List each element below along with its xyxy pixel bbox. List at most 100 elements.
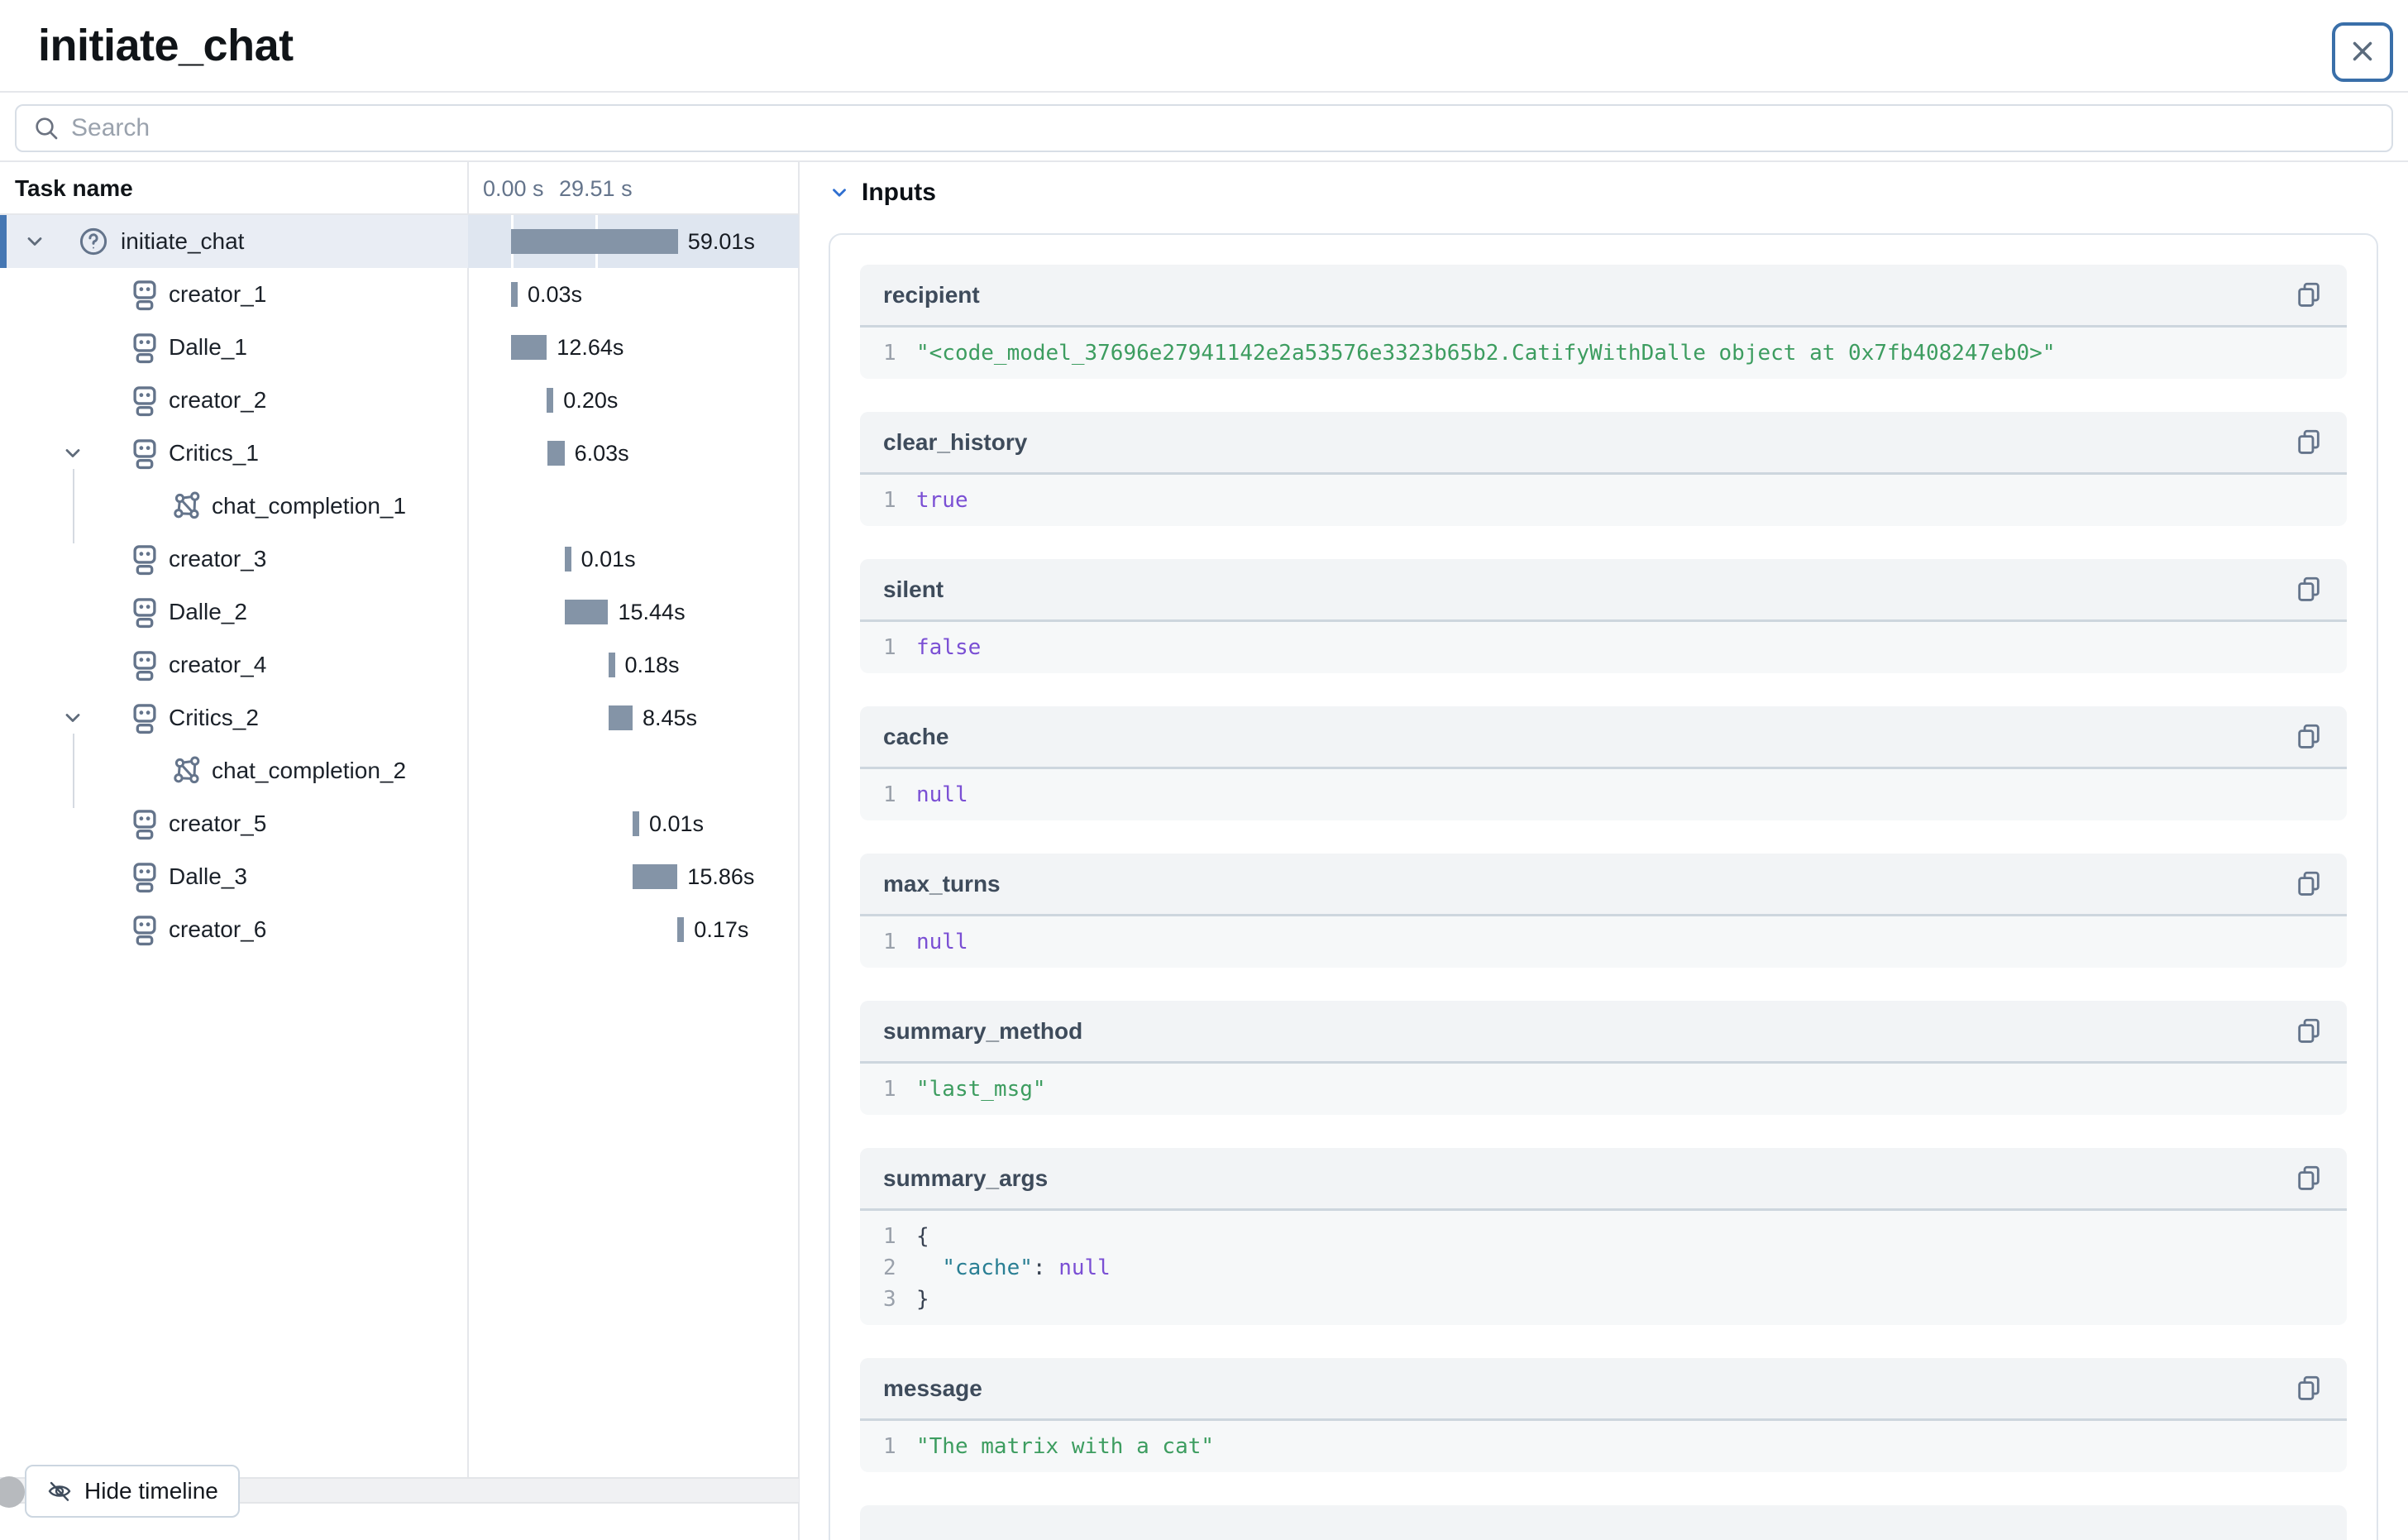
task-row[interactable]: creator_30.01s	[0, 533, 799, 586]
timeline-bar[interactable]	[511, 335, 547, 360]
task-timeline-cell: 0.03s	[468, 268, 799, 321]
task-row[interactable]: creator_60.17s	[0, 903, 799, 956]
code-line: 1"<code_model_37696e27941142e2a53576e332…	[883, 337, 2324, 369]
code-token: "last_msg"	[916, 1074, 1046, 1105]
copy-icon	[2295, 1035, 2323, 1047]
code-line: 1"The matrix with a cat"	[883, 1431, 2324, 1462]
code-token: "The matrix with a cat"	[916, 1431, 1214, 1462]
timeline-bar[interactable]	[565, 547, 571, 572]
hide-timeline-button[interactable]: Hide timeline	[25, 1465, 240, 1518]
task-tree: initiate_chat 59.01screator_10.03sDalle_1…	[0, 215, 799, 956]
timeline-bar[interactable]	[609, 705, 633, 730]
chevron-down-icon[interactable]	[61, 706, 84, 729]
input-field-header: max_turns	[860, 854, 2347, 916]
line-number: 1	[883, 779, 896, 811]
title-bar: initiate_chat	[0, 0, 2408, 93]
task-timeline-cell: 59.01s	[468, 215, 799, 268]
copy-button[interactable]	[2294, 1016, 2324, 1046]
task-row[interactable]: Dalle_215.44s	[0, 586, 799, 638]
timeline-bar[interactable]	[547, 441, 565, 466]
question-circle-icon	[78, 225, 109, 258]
robot-icon	[129, 648, 160, 682]
input-field-name: max_turns	[883, 871, 1001, 897]
input-field: recipient 1"<code_model_37696e27941142e2a…	[860, 265, 2347, 379]
copy-icon	[2295, 1182, 2323, 1194]
robot-icon	[129, 278, 160, 311]
timeline-bar[interactable]	[677, 917, 684, 942]
search-box[interactable]	[15, 104, 2393, 152]
task-row[interactable]: creator_50.01s	[0, 797, 799, 850]
network-icon	[172, 754, 203, 787]
line-number: 1	[883, 632, 896, 663]
task-row[interactable]: Critics_16.03s	[0, 427, 799, 480]
task-row[interactable]: Critics_2 8.45s	[0, 691, 799, 744]
close-button[interactable]	[2332, 22, 2393, 82]
input-field-value: 1false	[860, 622, 2347, 673]
task-timeline-cell: 0.20s	[468, 374, 799, 427]
timeline-bar[interactable]	[547, 388, 553, 413]
chevron-down-icon[interactable]	[61, 442, 84, 465]
copy-button[interactable]	[2294, 1374, 2324, 1404]
code-token: }	[916, 1284, 929, 1315]
copy-button[interactable]	[2294, 1164, 2324, 1193]
timeline-bar[interactable]	[511, 229, 678, 254]
task-row[interactable]: creator_10.03s	[0, 268, 799, 321]
tree-header: Task name 0.00 s 29.51 s	[0, 162, 799, 215]
copy-button[interactable]	[2294, 280, 2324, 310]
timeline-axis-start: 0.00 s	[483, 162, 544, 215]
duration-label: 8.45s	[643, 691, 697, 744]
input-field: summary_method1"last_msg"	[860, 1001, 2347, 1115]
input-field-header: recipient	[860, 265, 2347, 328]
task-row[interactable]: Dalle_112.64s	[0, 321, 799, 374]
timeline-bar[interactable]	[633, 864, 677, 889]
robot-icon	[129, 437, 160, 470]
task-name: initiate_chat	[121, 215, 244, 268]
input-field: cache1null	[860, 706, 2347, 820]
input-field-header: silent	[860, 559, 2347, 622]
task-row[interactable]: creator_2 0.20s	[0, 374, 799, 427]
input-field-header: clear_history	[860, 412, 2347, 475]
copy-button[interactable]	[2294, 869, 2324, 899]
task-name: chat_completion_2	[212, 744, 406, 797]
task-name: creator_3	[169, 533, 266, 586]
task-row[interactable]: chat_completion_1	[0, 480, 799, 533]
code-token: null	[1058, 1252, 1111, 1284]
task-row[interactable]: initiate_chat 59.01s	[0, 215, 799, 268]
task-name: creator_2	[169, 374, 266, 427]
task-tree-cell: Critics_1	[0, 427, 468, 480]
timeline-bar[interactable]	[609, 653, 615, 677]
task-name: creator_5	[169, 797, 266, 850]
copy-button[interactable]	[2294, 575, 2324, 605]
robot-icon	[129, 701, 160, 734]
chevron-down-icon[interactable]	[23, 230, 46, 253]
timeline-bar[interactable]	[633, 811, 639, 836]
search-input[interactable]	[71, 114, 2391, 142]
duration-label: 0.03s	[528, 268, 582, 321]
duration-label: 0.20s	[563, 374, 618, 427]
inputs-card: recipient 1"<code_model_37696e27941142e2a…	[829, 233, 2378, 1540]
inputs-section-toggle[interactable]: Inputs	[829, 179, 936, 207]
timeline-axis-end: 29.51 s	[559, 162, 633, 215]
copy-button[interactable]	[2294, 722, 2324, 752]
timeline-bar[interactable]	[565, 600, 609, 624]
code-line: 1{	[883, 1221, 2324, 1252]
task-tree-cell: Critics_2	[0, 691, 468, 744]
input-field: silent 1false	[860, 559, 2347, 673]
input-field-value: 1{2 "cache": null3}	[860, 1211, 2347, 1325]
code-line: 1false	[883, 632, 2324, 663]
code-line: 3}	[883, 1284, 2324, 1315]
task-row[interactable]: creator_40.18s	[0, 638, 799, 691]
copy-button[interactable]	[2294, 428, 2324, 457]
input-field: max_turns1null	[860, 854, 2347, 968]
eye-off-icon	[46, 1478, 73, 1504]
timeline-bar[interactable]	[511, 282, 518, 307]
code-token: null	[916, 779, 968, 811]
robot-icon	[129, 331, 160, 364]
task-name: creator_4	[169, 638, 266, 691]
task-timeline-cell: 6.03s	[468, 427, 799, 480]
task-row[interactable]: chat_completion_2	[0, 744, 799, 797]
code-token: null	[916, 926, 968, 958]
copy-icon	[2295, 446, 2323, 458]
task-row[interactable]: Dalle_315.86s	[0, 850, 799, 903]
hide-timeline-label: Hide timeline	[84, 1478, 218, 1504]
